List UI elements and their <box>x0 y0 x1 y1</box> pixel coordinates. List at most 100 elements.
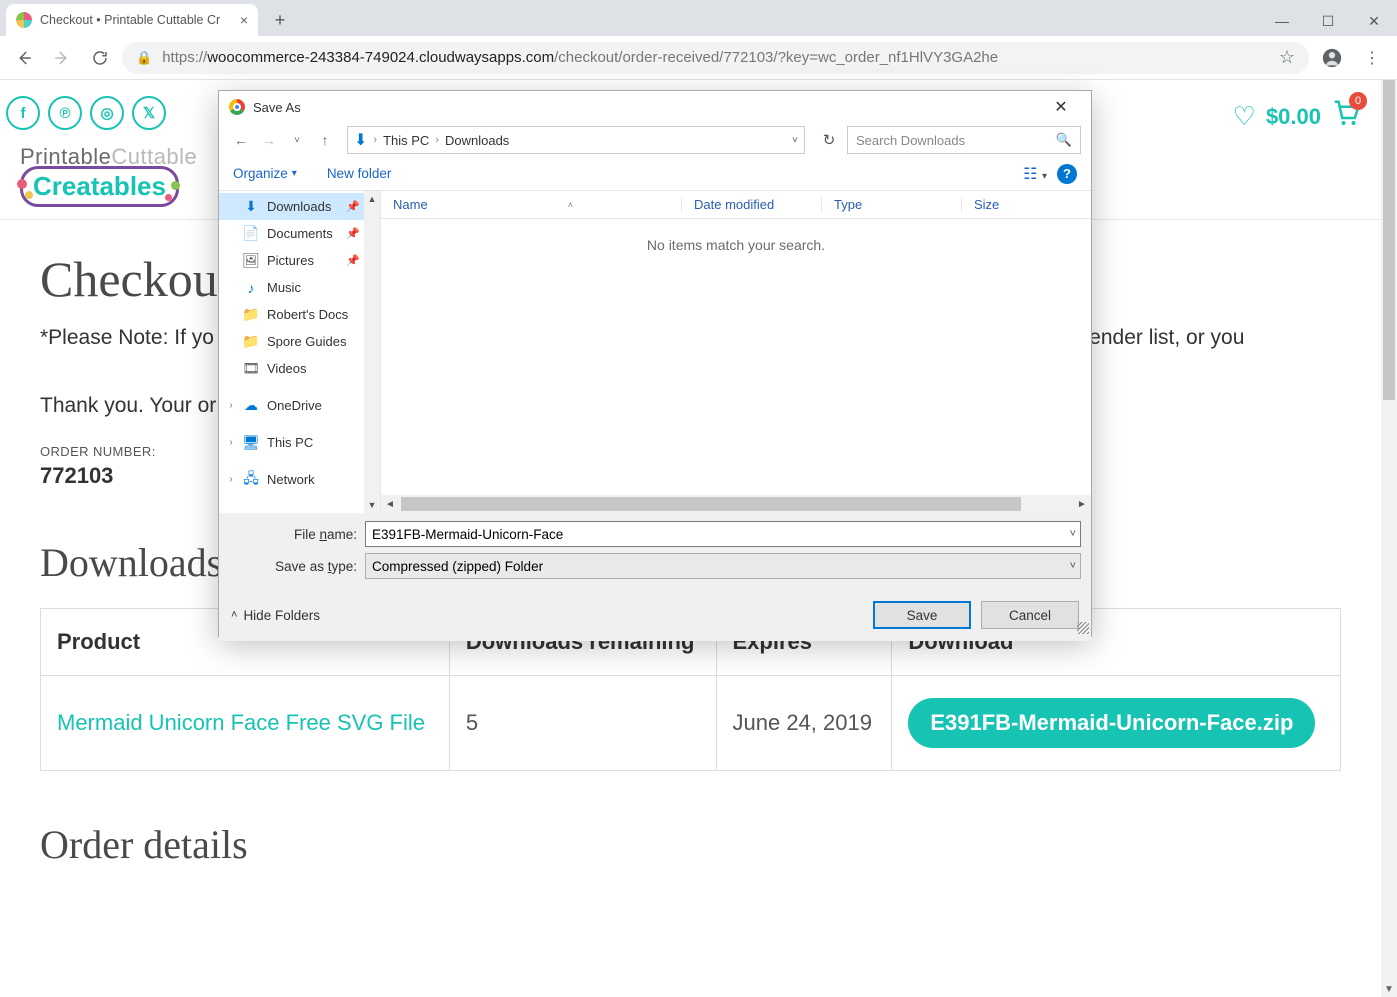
url-scheme: https:// <box>162 49 207 66</box>
tree-node-onedrive[interactable]: ›☁OneDrive <box>219 392 380 419</box>
minimize-button[interactable]: ― <box>1259 6 1305 36</box>
chevron-down-icon[interactable]: ˅ <box>1070 528 1076 540</box>
tree-node-this-pc[interactable]: ›🖥This PC <box>219 429 380 456</box>
tree-node-videos[interactable]: 🎞Videos <box>219 355 380 382</box>
folder-icon: 🖼 <box>243 253 259 269</box>
save-button[interactable]: Save <box>873 601 971 629</box>
wishlist-icon[interactable]: ♡ <box>1233 101 1256 132</box>
pinterest-link[interactable]: ℗ <box>48 96 82 130</box>
savetype-value: Compressed (zipped) Folder <box>372 559 543 574</box>
address-bar: 🔒 https://woocommerce-243384-749024.clou… <box>0 36 1397 80</box>
folder-icon: 📄 <box>243 226 259 242</box>
dialog-fields: File name: E391FB-Mermaid-Unicorn-Face ˅… <box>219 513 1091 591</box>
logo-badge: Creatables <box>20 166 179 207</box>
folder-tree: ⬇Downloads📌📄Documents📌🖼Pictures📌♪Music📁R… <box>219 191 381 513</box>
product-link[interactable]: Mermaid Unicorn Face Free SVG File <box>57 710 425 735</box>
browser-tab[interactable]: Checkout • Printable Cuttable Cr × <box>6 4 258 36</box>
instagram-link[interactable]: ◎ <box>90 96 124 130</box>
tree-node-robert-s-docs[interactable]: 📁Robert's Docs <box>219 301 380 328</box>
close-window-button[interactable]: ✕ <box>1351 6 1397 36</box>
expand-icon[interactable]: › <box>225 437 237 448</box>
down-arrow-icon: ⬇ <box>354 130 367 150</box>
col-type[interactable]: Type <box>821 197 961 212</box>
expand-icon[interactable]: › <box>225 400 237 411</box>
order-details-heading: Order details <box>40 821 1341 868</box>
new-folder-button[interactable]: New folder <box>327 166 392 181</box>
page-scrollbar[interactable]: ▲ ▼ <box>1381 80 1397 997</box>
chevron-down-icon[interactable]: ˅ <box>792 135 798 146</box>
nav-up-button[interactable]: ↑ <box>313 128 337 152</box>
file-hscrollbar[interactable]: ◄ ► <box>381 495 1091 513</box>
arrow-left-icon <box>15 49 33 67</box>
resize-grip[interactable] <box>1077 622 1089 634</box>
bookmark-star-icon[interactable]: ☆ <box>1279 47 1295 68</box>
scroll-right-icon[interactable]: ► <box>1073 499 1091 510</box>
scroll-thumb[interactable] <box>1383 80 1395 400</box>
empty-message: No items match your search. <box>381 237 1091 253</box>
twitter-link[interactable]: 𝕏 <box>132 96 166 130</box>
search-input[interactable]: Search Downloads 🔍 <box>847 126 1081 154</box>
scroll-up-icon[interactable]: ▲ <box>364 191 380 207</box>
tree-label: Music <box>267 280 301 295</box>
profile-button[interactable] <box>1315 47 1349 69</box>
maximize-button[interactable]: ☐ <box>1305 6 1351 36</box>
download-button[interactable]: E391FB-Mermaid-Unicorn-Face.zip <box>908 698 1315 748</box>
scroll-down-icon[interactable]: ▼ <box>1381 981 1397 997</box>
breadcrumb[interactable]: ⬇ › This PC › Downloads ˅ <box>347 126 805 154</box>
pinterest-icon: ℗ <box>59 105 70 122</box>
hide-folders-toggle[interactable]: ˄ Hide Folders <box>231 608 320 623</box>
scroll-left-icon[interactable]: ◄ <box>381 499 399 510</box>
facebook-link[interactable]: f <box>6 96 40 130</box>
nav-recent-dropdown[interactable]: ˅ <box>285 128 309 152</box>
tree-node-pictures[interactable]: 🖼Pictures📌 <box>219 247 380 274</box>
menu-button[interactable]: ⋮ <box>1355 48 1389 68</box>
filename-value: E391FB-Mermaid-Unicorn-Face <box>372 527 563 542</box>
tree-scrollbar[interactable]: ▲ ▼ <box>364 191 380 513</box>
chevron-up-icon: ˄ <box>231 609 237 621</box>
back-button[interactable] <box>8 42 40 74</box>
tree-label: Documents <box>267 226 333 241</box>
folder-icon: ☁ <box>243 398 259 414</box>
filename-label: File name: <box>229 527 365 542</box>
col-date[interactable]: Date modified <box>681 197 821 212</box>
dialog-bottom: ˄ Hide Folders Save Cancel <box>219 591 1091 641</box>
crumb-downloads[interactable]: Downloads <box>445 133 509 148</box>
tab-close-icon[interactable]: × <box>240 12 248 28</box>
tree-node-downloads[interactable]: ⬇Downloads📌 <box>219 193 380 220</box>
tree-node-network[interactable]: ›🖧Network <box>219 466 380 493</box>
view-options-button[interactable]: ☷ ▾ <box>1023 164 1047 184</box>
dialog-toolbar: Organize▾ New folder ☷ ▾ ? <box>219 157 1091 191</box>
nav-back-button[interactable]: ← <box>229 128 253 152</box>
tree-node-music[interactable]: ♪Music <box>219 274 380 301</box>
list-view-icon: ☷ <box>1023 166 1037 183</box>
dialog-close-button[interactable]: ✕ <box>1041 93 1081 121</box>
nav-forward-button: → <box>257 128 281 152</box>
hscroll-thumb[interactable] <box>401 497 1021 511</box>
chevron-down-icon[interactable]: ˅ <box>1070 560 1076 572</box>
savetype-select[interactable]: Compressed (zipped) Folder ˅ <box>365 553 1081 579</box>
arrow-right-icon <box>53 49 71 67</box>
tree-node-spore-guides[interactable]: 📁Spore Guides <box>219 328 380 355</box>
help-button[interactable]: ? <box>1057 164 1077 184</box>
dialog-titlebar[interactable]: Save As ✕ <box>219 91 1091 123</box>
scroll-down-icon[interactable]: ▼ <box>364 497 380 513</box>
reload-button[interactable] <box>84 42 116 74</box>
cart-button[interactable]: 0 <box>1331 98 1361 135</box>
crumb-thispc[interactable]: This PC <box>383 133 429 148</box>
col-name[interactable]: Name˄ <box>381 197 681 212</box>
new-tab-button[interactable]: + <box>266 6 294 34</box>
filename-input[interactable]: E391FB-Mermaid-Unicorn-Face ˅ <box>365 521 1081 547</box>
folder-icon: 🎞 <box>243 361 259 377</box>
omnibox[interactable]: 🔒 https://woocommerce-243384-749024.clou… <box>122 42 1309 74</box>
organize-menu[interactable]: Organize▾ <box>233 166 297 181</box>
expires-cell: June 24, 2019 <box>716 675 892 770</box>
twitter-icon: 𝕏 <box>143 104 155 122</box>
column-headers: Name˄ Date modified Type Size <box>381 191 1091 219</box>
remaining-cell: 5 <box>449 675 716 770</box>
refresh-button[interactable]: ↻ <box>815 126 843 154</box>
cancel-button[interactable]: Cancel <box>981 601 1079 629</box>
expand-icon[interactable]: › <box>225 474 237 485</box>
tree-node-documents[interactable]: 📄Documents📌 <box>219 220 380 247</box>
tree-label: This PC <box>267 435 313 450</box>
col-size[interactable]: Size <box>961 197 1091 212</box>
